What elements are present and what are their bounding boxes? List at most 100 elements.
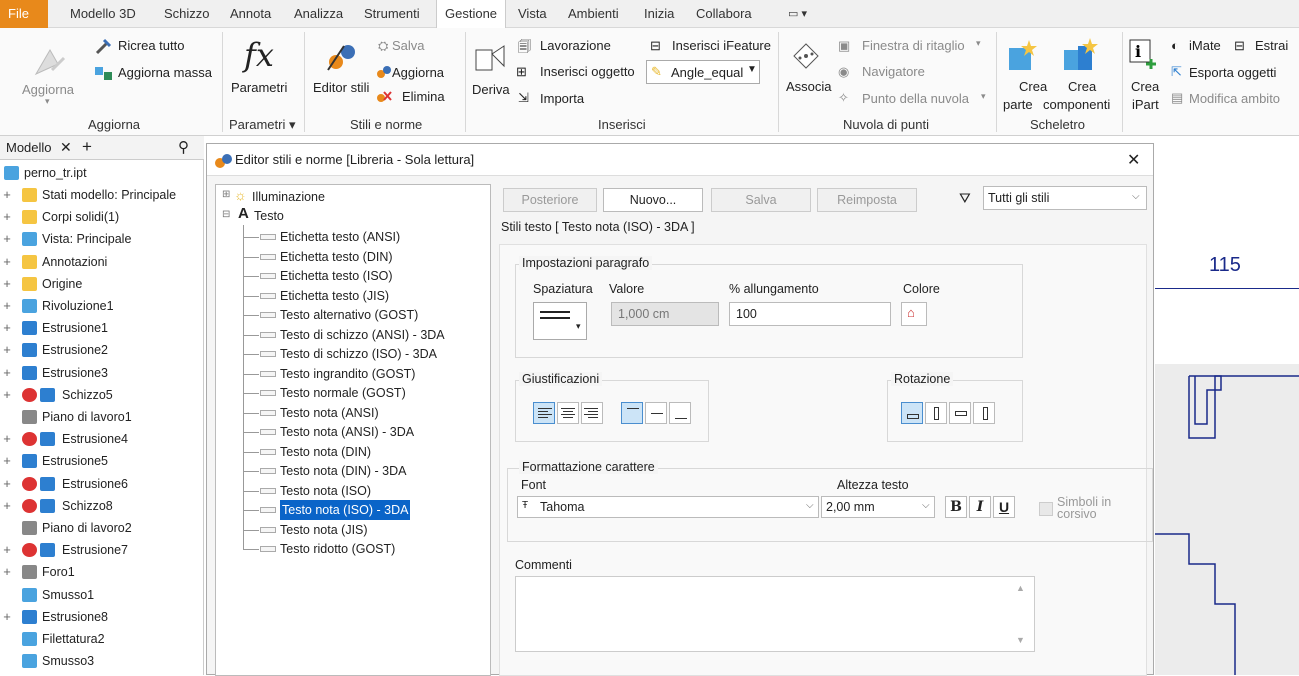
tree-item-testo[interactable]: Testo (254, 206, 284, 226)
expand-icon[interactable]: + (2, 450, 12, 472)
aggiorna-style-button[interactable]: Aggiorna (392, 65, 444, 80)
expand-icon[interactable]: + (2, 473, 12, 495)
tree-item-style[interactable]: Testo nota (DIN) (280, 442, 371, 462)
close-icon[interactable]: ✕ (1127, 150, 1140, 170)
rotate-270-icon[interactable] (973, 402, 995, 424)
scroll-down-icon[interactable]: ▼ (1016, 635, 1025, 645)
menu-strumenti[interactable]: Strumenti (356, 0, 428, 28)
underline-button[interactable]: U (993, 496, 1015, 518)
align-left-icon[interactable] (533, 402, 555, 424)
expand-icon[interactable]: + (2, 339, 12, 361)
expand-icon[interactable]: + (2, 295, 12, 317)
nuovo-button[interactable]: Nuovo... (603, 188, 703, 212)
tree-item-style[interactable]: Etichetta testo (DIN) (280, 247, 393, 267)
bold-button[interactable]: B (945, 496, 967, 518)
add-tab-icon[interactable]: + (82, 137, 92, 157)
imate-button[interactable]: iMate (1189, 38, 1221, 53)
align-center-icon[interactable] (557, 402, 579, 424)
angle-equal-dropdown[interactable]: ✎ Angle_equal ▼ (646, 60, 760, 84)
expand-icon[interactable]: + (2, 561, 12, 583)
close-icon[interactable]: ✕ (60, 139, 72, 156)
italic-symbols-checkbox[interactable] (1039, 502, 1053, 516)
expand-icon[interactable]: + (2, 251, 12, 273)
inserisci-ifeature-button[interactable]: Inserisci iFeature (672, 38, 771, 53)
menu-file[interactable]: File (0, 0, 48, 28)
align-right-icon[interactable] (581, 402, 603, 424)
tree-item-style[interactable]: Testo ingrandito (GOST) (280, 364, 415, 384)
estrai-button[interactable]: Estrai (1255, 38, 1288, 53)
parametri-button[interactable]: Parametri (231, 80, 287, 95)
tree-item-style[interactable]: Testo di schizzo (ANSI) - 3DA (280, 325, 445, 345)
menu-schizzo[interactable]: Schizzo (156, 0, 218, 28)
tree-item-style[interactable]: Testo nota (DIN) - 3DA (280, 461, 406, 481)
window-dropdown-icon[interactable]: ▭ ▾ (780, 0, 815, 28)
salva-button[interactable]: Salva (711, 188, 811, 212)
font-dropdown[interactable]: Ŧ Tahoma ⌵ (517, 496, 819, 518)
menu-collabora[interactable]: Collabora (688, 0, 760, 28)
color-button[interactable]: ⌂ (901, 302, 927, 326)
drawing-canvas[interactable]: 115 (1155, 136, 1299, 675)
reimposta-button[interactable]: Reimposta (817, 188, 917, 212)
expand-icon[interactable]: + (2, 273, 12, 295)
associa-button[interactable]: Associa (786, 79, 832, 94)
tree-item-style[interactable]: Etichetta testo (ANSI) (280, 227, 400, 247)
tree-item-style[interactable]: Testo nota (JIS) (280, 520, 368, 540)
expand-icon[interactable]: + (2, 317, 12, 339)
expand-icon[interactable]: ⊞ (222, 189, 230, 200)
search-icon[interactable]: ⚲ (178, 138, 189, 156)
aggiorna-dropdown-icon[interactable]: ▾ (45, 96, 50, 107)
tree-item-style[interactable]: Etichetta testo (JIS) (280, 286, 389, 306)
comments-textarea[interactable]: ▲ ▼ (515, 576, 1035, 652)
posteriore-button[interactable]: Posteriore (503, 188, 597, 212)
expand-icon[interactable]: + (2, 495, 12, 517)
importa-button[interactable]: Importa (540, 91, 584, 106)
valign-top-icon[interactable] (621, 402, 643, 424)
spacing-dropdown[interactable]: ▾ (533, 302, 587, 340)
expand-icon[interactable]: + (2, 228, 12, 250)
expand-icon[interactable]: + (2, 206, 12, 228)
valign-bottom-icon[interactable] (669, 402, 691, 424)
group-parametri-label[interactable]: Parametri ▾ (229, 117, 296, 133)
inserisci-oggetto-button[interactable]: Inserisci oggetto (540, 64, 635, 79)
ricrea-tutto-button[interactable]: Ricrea tutto (118, 38, 184, 53)
tree-item-style[interactable]: Testo alternativo (GOST) (280, 305, 418, 325)
tree-item-style[interactable]: Testo nota (ISO) - 3DA (280, 500, 411, 520)
expand-icon[interactable]: + (2, 428, 12, 450)
aggiorna-massa-button[interactable]: Aggiorna massa (118, 65, 212, 80)
editor-stili-button[interactable]: Editor stili (313, 80, 369, 95)
crea-ipart-line1[interactable]: Crea (1131, 79, 1159, 94)
tree-item-illuminazione[interactable]: Illuminazione (252, 187, 325, 207)
expand-icon[interactable]: + (2, 384, 12, 406)
menu-ambienti[interactable]: Ambienti (560, 0, 627, 28)
expand-icon[interactable]: + (2, 606, 12, 628)
navigatore-button[interactable]: Navigatore (862, 64, 925, 79)
salva-style-button[interactable]: Salva (392, 38, 425, 53)
crea-parte-line1[interactable]: Crea (1019, 79, 1047, 94)
crea-componenti-line1[interactable]: Crea (1068, 79, 1096, 94)
deriva-button[interactable]: Deriva (472, 82, 510, 97)
menu-vista[interactable]: Vista (510, 0, 555, 28)
expand-icon[interactable]: + (2, 362, 12, 384)
tree-item-style[interactable]: Testo nota (ISO) (280, 481, 371, 501)
elimina-style-button[interactable]: Elimina (402, 89, 445, 104)
expand-icon[interactable]: + (2, 539, 12, 561)
crea-parte-line2[interactable]: parte (1003, 97, 1033, 112)
style-filter-dropdown[interactable]: Tutti gli stili ⌵ (983, 186, 1147, 210)
lavorazione-button[interactable]: Lavorazione (540, 38, 611, 53)
scroll-up-icon[interactable]: ▲ (1016, 583, 1025, 593)
menu-modello-3d[interactable]: Modello 3D (62, 0, 144, 28)
finestra-ritaglio-button[interactable]: Finestra di ritaglio (862, 38, 965, 53)
stretch-field[interactable]: 100 (729, 302, 891, 326)
menu-inizia[interactable]: Inizia (636, 0, 682, 28)
crea-componenti-line2[interactable]: componenti (1043, 97, 1110, 112)
expand-icon[interactable]: + (2, 184, 12, 206)
rotate-90-icon[interactable] (925, 402, 947, 424)
rotate-0-icon[interactable] (901, 402, 923, 424)
menu-gestione[interactable]: Gestione (436, 0, 507, 29)
tree-item-style[interactable]: Testo ridotto (GOST) (280, 539, 395, 559)
text-height-dropdown[interactable]: 2,00 mm ⌵ (821, 496, 935, 518)
italic-button[interactable]: I (969, 496, 991, 518)
rotate-180-icon[interactable] (949, 402, 971, 424)
tree-item-style[interactable]: Testo normale (GOST) (280, 383, 406, 403)
menu-annota[interactable]: Annota (222, 0, 279, 28)
